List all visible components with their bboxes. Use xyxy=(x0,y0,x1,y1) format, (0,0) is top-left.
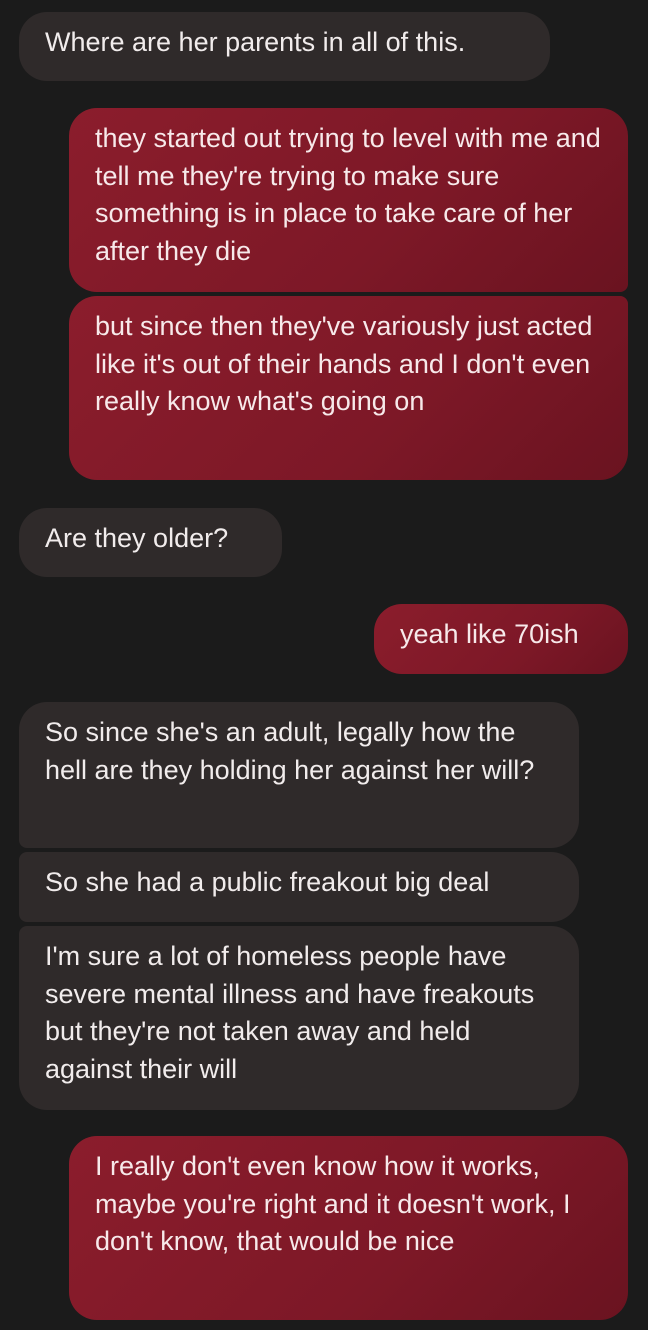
message-text: I really don't even know how it works, m… xyxy=(95,1151,571,1256)
outgoing-message-bubble[interactable]: they started out trying to level with me… xyxy=(69,108,628,292)
incoming-message-bubble[interactable]: I'm sure a lot of homeless people have s… xyxy=(19,926,579,1110)
outgoing-message-bubble[interactable]: I really don't even know how it works, m… xyxy=(69,1136,628,1320)
outgoing-message-bubble[interactable]: yeah like 70ish xyxy=(374,604,628,674)
incoming-message-bubble[interactable]: So since she's an adult, legally how the… xyxy=(19,702,579,848)
message-text: So she had a public freakout big deal xyxy=(45,867,490,897)
incoming-message-bubble[interactable]: Where are her parents in all of this. xyxy=(19,12,550,81)
message-text: I'm sure a lot of homeless people have s… xyxy=(45,941,535,1084)
message-text: Where are her parents in all of this. xyxy=(45,27,466,57)
message-text: but since then they've variously just ac… xyxy=(95,311,593,416)
message-thread: Where are her parents in all of this. th… xyxy=(0,0,648,1330)
message-text: they started out trying to level with me… xyxy=(95,123,601,266)
incoming-message-bubble[interactable]: So she had a public freakout big deal xyxy=(19,852,579,922)
incoming-message-bubble[interactable]: Are they older? xyxy=(19,508,282,577)
message-text: Are they older? xyxy=(45,523,229,553)
outgoing-message-bubble[interactable]: but since then they've variously just ac… xyxy=(69,296,628,480)
message-text: So since she's an adult, legally how the… xyxy=(45,717,535,785)
message-text: yeah like 70ish xyxy=(400,619,579,649)
